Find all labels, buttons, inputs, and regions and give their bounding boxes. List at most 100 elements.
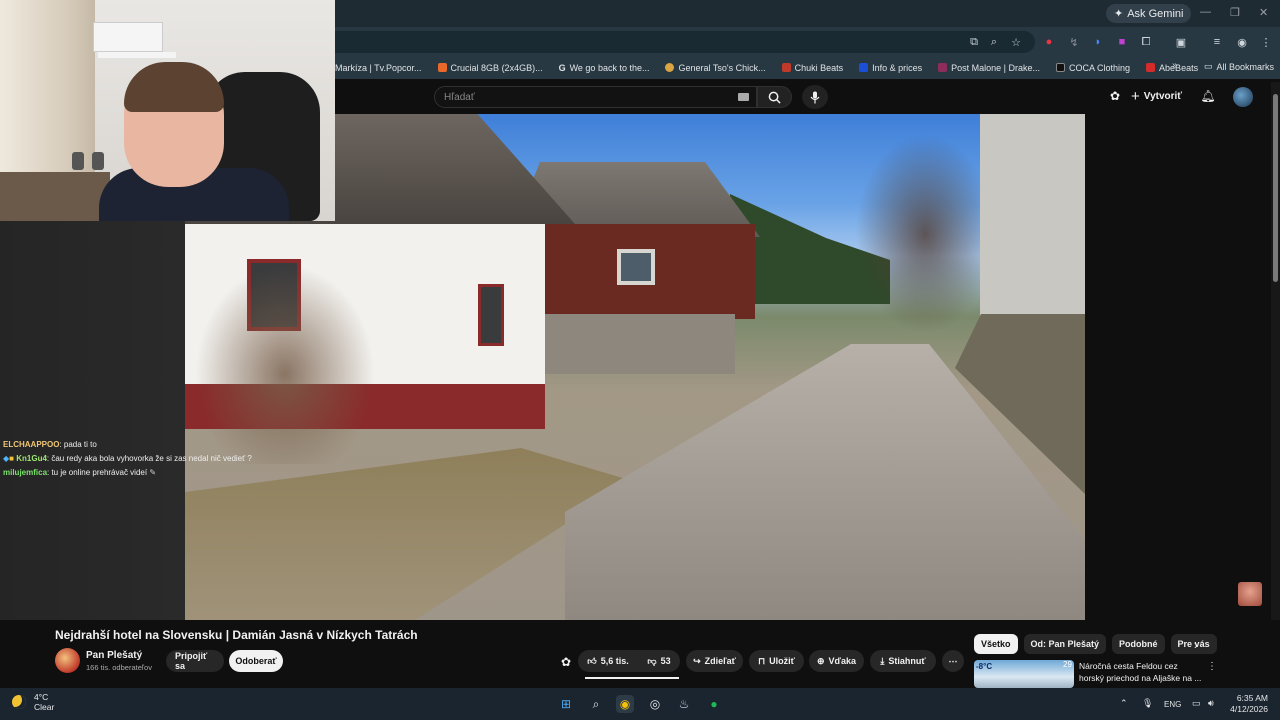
zoom-icon[interactable]: ⌕ [986, 34, 1002, 50]
volume-icon[interactable]: 🔊︎ [1208, 698, 1214, 709]
spotify-icon[interactable]: ● [705, 695, 723, 713]
extension-twitch-icon[interactable]: ■ [1114, 34, 1130, 50]
chip-from-channel[interactable]: Od: Pan Plešatý [1023, 634, 1107, 654]
folder-icon: ▭ [1204, 61, 1213, 71]
bookmark-item[interactable]: Chuki Beats [774, 63, 852, 73]
gemini-icon: ✦ [1114, 8, 1124, 20]
thumbnail-overlay-text: -8°C [976, 662, 993, 671]
share-button[interactable]: ↪ Zdieľať [686, 650, 743, 672]
bookmark-favicon [938, 63, 948, 72]
channel-name[interactable]: Pan Plešatý [86, 650, 142, 661]
chevron-right-icon[interactable]: › [1194, 638, 1198, 652]
extension-gear-icon[interactable]: ✿ [558, 654, 574, 670]
bookmarks-bar: Markíza | Tv.Popcor... Crucial 8GB (2x4G… [335, 56, 1280, 79]
app-icon[interactable]: ◎ [646, 695, 664, 713]
extension-red-icon[interactable]: ● [1041, 34, 1057, 50]
moon-icon [12, 695, 26, 709]
weather-widget[interactable]: 4°C Clear [12, 692, 54, 712]
webcam-shelf [98, 52, 176, 58]
webcam-overlay [0, 0, 335, 221]
chat-message: ◆■ Kn1Gu4: čau redy aka bola vyhovorka ž… [3, 454, 252, 463]
create-button[interactable]: + Vytvoriť [1131, 88, 1182, 105]
webcam-mug [72, 152, 84, 170]
join-button[interactable]: Pripojiť sa [166, 650, 224, 672]
like-button[interactable]: 👍︎ 5,6 tis. [578, 650, 638, 672]
media-controls-icon[interactable]: ≡ [1209, 34, 1225, 50]
bookmark-favicon [665, 63, 675, 72]
minimize-icon[interactable]: — [1200, 6, 1211, 18]
search-button[interactable] [757, 86, 792, 108]
webcam-desk [0, 172, 110, 221]
video-scene-window [478, 284, 504, 346]
video-scene-bush [195, 264, 375, 464]
plus-icon: + [1131, 88, 1140, 105]
extensions-puzzle-icon[interactable]: ⧠ [1138, 34, 1154, 50]
all-bookmarks-button[interactable]: ▭ All Bookmarks [1204, 61, 1274, 72]
video-scene-stone-base [545, 314, 735, 374]
steam-icon[interactable]: ♨ [675, 695, 693, 713]
badge-icon: ■ [9, 454, 14, 463]
dislike-button[interactable]: 👎︎ 53 [638, 650, 680, 672]
chat-message: milujemfica: tu je online prehrávač vide… [3, 468, 157, 477]
cast-icon[interactable]: ▣ [1173, 34, 1189, 50]
search-input[interactable]: Hľadať [434, 86, 757, 108]
thumbs-up-icon: 👍︎ [587, 655, 597, 666]
bookmark-icon: ⊓ [758, 655, 766, 666]
more-vertical-icon[interactable]: ⋮ [1207, 661, 1217, 672]
bookmark-item[interactable]: General Tso's Chick... [657, 63, 773, 73]
keyboard-icon[interactable] [738, 93, 749, 101]
bookmark-favicon [1056, 63, 1066, 72]
address-bar[interactable] [335, 31, 1035, 53]
channel-avatar[interactable] [55, 648, 80, 673]
left-side-panel [0, 221, 185, 620]
bookmark-item[interactable]: COCA Clothing [1048, 63, 1138, 73]
taskbar-search-icon[interactable]: ⌕ [587, 695, 605, 713]
more-actions-button[interactable]: ⋯ [942, 650, 964, 672]
subscribe-button[interactable]: Odoberať [229, 650, 283, 672]
webcam-mug [92, 152, 104, 170]
profile-icon[interactable]: ◉ [1234, 34, 1250, 50]
thanks-button[interactable]: ⊕ Vďaka [809, 650, 864, 672]
close-icon[interactable]: ✕ [1259, 6, 1268, 19]
recommended-video-thumbnail[interactable]: -8°C [974, 660, 1074, 688]
webcam-box [93, 22, 163, 52]
video-scene-right-house [980, 114, 1085, 324]
notifications-bell-icon[interactable]: 🔔︎ [1200, 88, 1216, 104]
install-app-icon[interactable]: ⧉ [966, 34, 982, 50]
bookmark-favicon [859, 63, 869, 72]
network-icon[interactable]: ▭ [1192, 698, 1201, 709]
account-avatar[interactable] [1233, 87, 1253, 107]
scrollbar-thumb[interactable] [1273, 94, 1278, 282]
video-scene-trees [855, 134, 995, 334]
maximize-icon[interactable]: ❐ [1230, 6, 1240, 19]
browser-menu-icon[interactable]: ⋮ [1258, 34, 1274, 50]
chrome-icon[interactable]: ◉ [616, 695, 634, 713]
system-clock[interactable]: 6:35 AM 4/12/2026 [1226, 693, 1268, 715]
voice-search-button[interactable] [802, 85, 828, 109]
bookmark-item[interactable]: Info & prices [851, 63, 930, 73]
bookmark-item[interactable]: Markíza | Tv.Popcor... [335, 63, 430, 73]
tray-mic-icon[interactable]: 🎙︎ [1142, 698, 1153, 709]
tray-overflow-icon[interactable]: ⌃ [1120, 698, 1128, 709]
windows-taskbar [0, 688, 1280, 720]
extension-sound-icon[interactable]: ◗ [1090, 34, 1106, 50]
recommended-video-title[interactable]: Náročná cesta Feldou cez horský priechod… [1079, 660, 1204, 684]
chat-message: ELCHAAPPOO: pada ti to [3, 440, 97, 449]
bookmark-star-icon[interactable]: ☆ [1008, 34, 1024, 50]
bookmarks-overflow-icon[interactable]: » [1172, 60, 1178, 71]
webcam-person-hair [124, 62, 224, 112]
extension-arrow-icon[interactable]: ↯ [1066, 34, 1082, 50]
chip-all[interactable]: Všetko [974, 634, 1018, 654]
language-indicator[interactable]: ENG [1164, 700, 1181, 709]
bookmark-item[interactable]: Crucial 8GB (2x4GB)... [430, 63, 551, 73]
extension-gear-icon[interactable]: ✿ [1107, 88, 1123, 104]
bookmark-favicon [1146, 63, 1156, 72]
bookmark-item[interactable]: Post Malone | Drake... [930, 63, 1048, 73]
ask-gemini-button[interactable]: ✦ Ask Gemini [1106, 4, 1192, 23]
save-button[interactable]: ⊓ Uložiť [749, 650, 804, 672]
bookmark-item[interactable]: G We go back to the... [551, 63, 658, 73]
download-button[interactable]: ⤓ Stiahnuť [870, 650, 936, 672]
channel-logo-thumbnail[interactable] [1238, 582, 1262, 606]
chip-related[interactable]: Podobné [1112, 634, 1165, 654]
windows-start-icon[interactable]: ⊞ [557, 695, 575, 713]
